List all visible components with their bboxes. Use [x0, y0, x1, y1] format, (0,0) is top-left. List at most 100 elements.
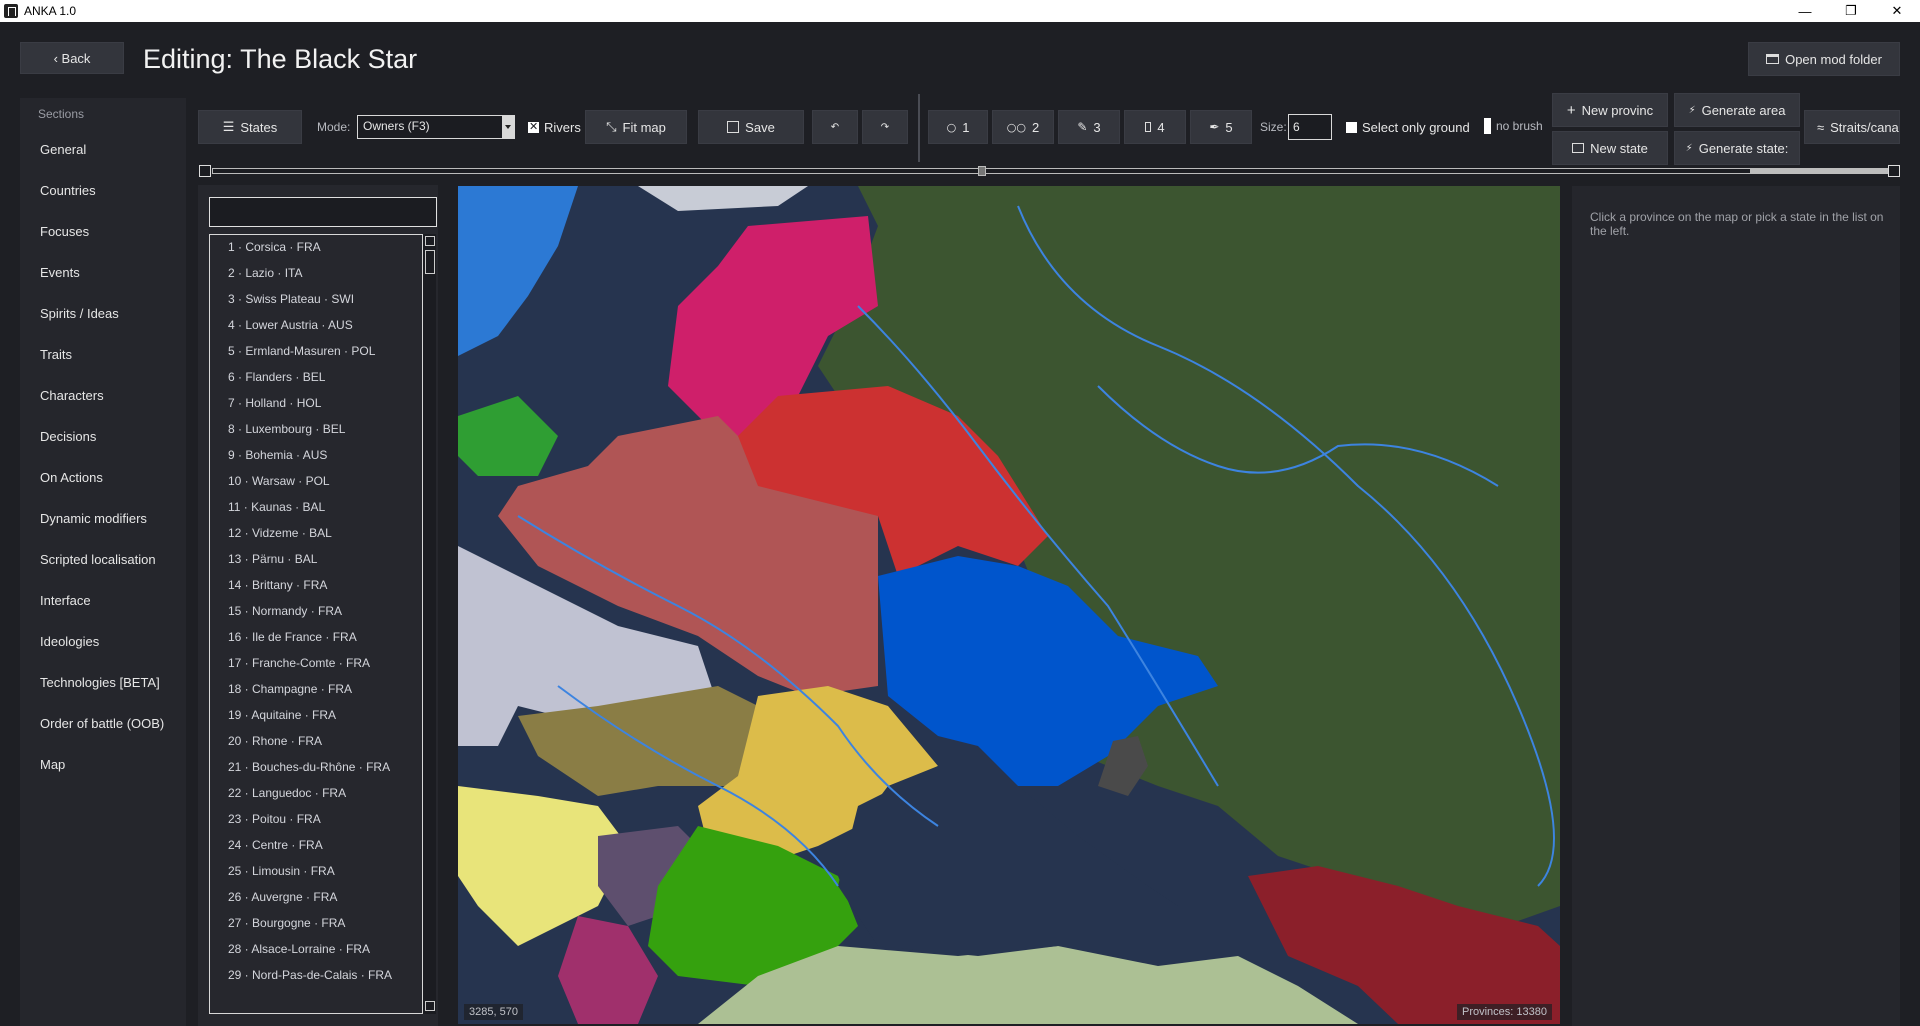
timeline-track[interactable]: [212, 168, 1894, 174]
undo-button[interactable]: ↶: [812, 110, 858, 144]
sidebar-item-on-actions[interactable]: On Actions: [40, 470, 103, 485]
list-item[interactable]: 15 · Normandy · FRA: [228, 604, 342, 618]
no-brush-toggle[interactable]: no brush: [1484, 118, 1543, 134]
region-north[interactable]: [638, 186, 808, 211]
sidebar-item-events[interactable]: Events: [40, 265, 80, 280]
timeline-start-handle[interactable]: [199, 165, 211, 177]
sidebar-item-general[interactable]: General: [40, 142, 86, 157]
details-panel: Click a province on the map or pick a st…: [1572, 186, 1900, 1026]
sidebar-item-ideologies[interactable]: Ideologies: [40, 634, 99, 649]
list-item[interactable]: 23 · Poitou · FRA: [228, 812, 321, 826]
list-item[interactable]: 8 · Luxembourg · BEL: [228, 422, 345, 436]
sidebar-item-decisions[interactable]: Decisions: [40, 429, 96, 444]
states-scrollbar[interactable]: [423, 234, 436, 1014]
sidebar-item-oob[interactable]: Order of battle (OOB): [40, 716, 164, 731]
bolt-icon: ⚡: [1688, 104, 1696, 116]
sidebar-item-map[interactable]: Map: [40, 757, 65, 772]
brush-4-button[interactable]: 4: [1124, 110, 1186, 144]
new-province-button[interactable]: + New provinc: [1552, 93, 1668, 127]
list-item[interactable]: 4 · Lower Austria · AUS: [228, 318, 353, 332]
region-albania[interactable]: [558, 916, 658, 1024]
sidebar-item-countries[interactable]: Countries: [40, 183, 96, 198]
list-item[interactable]: 22 · Languedoc · FRA: [228, 786, 346, 800]
list-item[interactable]: 16 · Ile de France · FRA: [228, 630, 357, 644]
list-item[interactable]: 27 · Bourgogne · FRA: [228, 916, 345, 930]
generate-states-button[interactable]: ⚡ Generate state:: [1674, 131, 1800, 165]
scroll-thumb[interactable]: [425, 250, 435, 274]
list-item[interactable]: 7 · Holland · HOL: [228, 396, 321, 410]
list-item[interactable]: 3 · Swiss Plateau · SWI: [228, 292, 354, 306]
redo-button[interactable]: ↷: [862, 110, 908, 144]
new-state-button[interactable]: New state: [1552, 131, 1668, 165]
editor-header: ‹ Back Editing: The Black Star Open mod …: [0, 22, 1920, 84]
list-item[interactable]: 13 · Pärnu · BAL: [228, 552, 317, 566]
states-button[interactable]: ☰ States: [198, 110, 302, 144]
rivers-checkbox[interactable]: [528, 120, 539, 133]
list-item[interactable]: 1 · Corsica · FRA: [228, 240, 321, 254]
redo-icon: ↷: [880, 121, 890, 133]
list-item[interactable]: 10 · Warsaw · POL: [228, 474, 330, 488]
select-only-ground-toggle[interactable]: Select only ground: [1346, 120, 1470, 135]
map-svg[interactable]: [458, 186, 1560, 1024]
straits-canal-button[interactable]: ≈ Straits/canal: [1804, 110, 1900, 144]
sidebar-item-characters[interactable]: Characters: [40, 388, 104, 403]
list-item[interactable]: 25 · Limousin · FRA: [228, 864, 335, 878]
sidebar-item-spirits-ideas[interactable]: Spirits / Ideas: [40, 306, 119, 321]
open-mod-folder-button[interactable]: Open mod folder: [1748, 42, 1900, 76]
page-title: Editing: The Black Star: [143, 44, 418, 74]
minimize-icon[interactable]: —: [1782, 0, 1828, 22]
list-item[interactable]: 28 · Alsace-Lorraine · FRA: [228, 942, 370, 956]
list-item[interactable]: 26 · Auvergne · FRA: [228, 890, 337, 904]
close-icon[interactable]: ✕: [1874, 0, 1920, 22]
generate-area-button[interactable]: ⚡ Generate area: [1674, 93, 1800, 127]
list-item[interactable]: 19 · Aquitaine · FRA: [228, 708, 336, 722]
list-item[interactable]: 2 · Lazio · ITA: [228, 266, 302, 280]
brush-3-button[interactable]: ✎ 3: [1058, 110, 1120, 144]
scroll-down-icon[interactable]: [425, 1001, 435, 1011]
list-item[interactable]: 20 · Rhone · FRA: [228, 734, 322, 748]
brush-1-button[interactable]: ○ 1: [928, 110, 988, 144]
list-item[interactable]: 24 · Centre · FRA: [228, 838, 323, 852]
list-item[interactable]: 14 · Brittany · FRA: [228, 578, 327, 592]
list-item[interactable]: 29 · Nord-Pas-de-Calais · FRA: [228, 968, 392, 982]
fit-map-button[interactable]: ⤡ Fit map: [585, 110, 687, 144]
brush-2-button[interactable]: ○○ 2: [992, 110, 1054, 144]
brush-5-button[interactable]: ✒ 5: [1190, 110, 1252, 144]
chevron-down-icon[interactable]: [502, 115, 515, 139]
sidebar-item-focuses[interactable]: Focuses: [40, 224, 89, 239]
list-item[interactable]: 6 · Flanders · BEL: [228, 370, 325, 384]
select-only-ground-checkbox[interactable]: [1346, 122, 1357, 133]
sidebar-item-traits[interactable]: Traits: [40, 347, 72, 362]
no-brush-label: no brush: [1496, 119, 1543, 133]
sidebar-item-dynamic-modifiers[interactable]: Dynamic modifiers: [40, 511, 147, 526]
list-item[interactable]: 17 · Franche-Comte · FRA: [228, 656, 370, 670]
scroll-up-icon[interactable]: [425, 236, 435, 246]
timeline-handle[interactable]: [978, 166, 986, 176]
list-item[interactable]: 11 · Kaunas · BAL: [228, 500, 325, 514]
pencil-icon: ✎: [1077, 120, 1088, 134]
size-stepper[interactable]: 6: [1288, 114, 1332, 140]
image-icon: [1572, 143, 1585, 153]
list-item[interactable]: 9 · Bohemia · AUS: [228, 448, 327, 462]
details-hint: Click a province on the map or pick a st…: [1590, 210, 1884, 238]
generate-states-label: Generate state:: [1698, 140, 1789, 156]
sidebar-item-scripted-localisation[interactable]: Scripted localisation: [40, 552, 156, 567]
region-netherlands[interactable]: [458, 396, 558, 476]
timeline-end-handle[interactable]: [1888, 165, 1900, 177]
list-item[interactable]: 5 · Ermland-Masuren · POL: [228, 344, 375, 358]
map-canvas[interactable]: 3285, 570 Provinces: 13380: [458, 186, 1560, 1024]
back-button[interactable]: ‹ Back: [20, 42, 124, 74]
region-scandinavia[interactable]: [458, 186, 578, 356]
states-list[interactable]: 1 · Corsica · FRA 2 · Lazio · ITA 3 · Sw…: [209, 234, 423, 1014]
list-item[interactable]: 18 · Champagne · FRA: [228, 682, 352, 696]
list-item[interactable]: 21 · Bouches-du-Rhône · FRA: [228, 760, 390, 774]
restore-icon[interactable]: ❐: [1828, 0, 1874, 22]
save-button[interactable]: Save: [698, 110, 804, 144]
rivers-toggle[interactable]: Rivers: [528, 120, 581, 135]
list-item[interactable]: 12 · Vidzeme · BAL: [228, 526, 332, 540]
sections-sidebar: Sections General Countries Focuses Event…: [20, 98, 186, 1026]
sidebar-item-technologies[interactable]: Technologies [BETA]: [40, 675, 160, 690]
mode-select[interactable]: Owners (F3): [357, 115, 515, 139]
sidebar-item-interface[interactable]: Interface: [40, 593, 91, 608]
state-search-input[interactable]: [209, 197, 437, 227]
